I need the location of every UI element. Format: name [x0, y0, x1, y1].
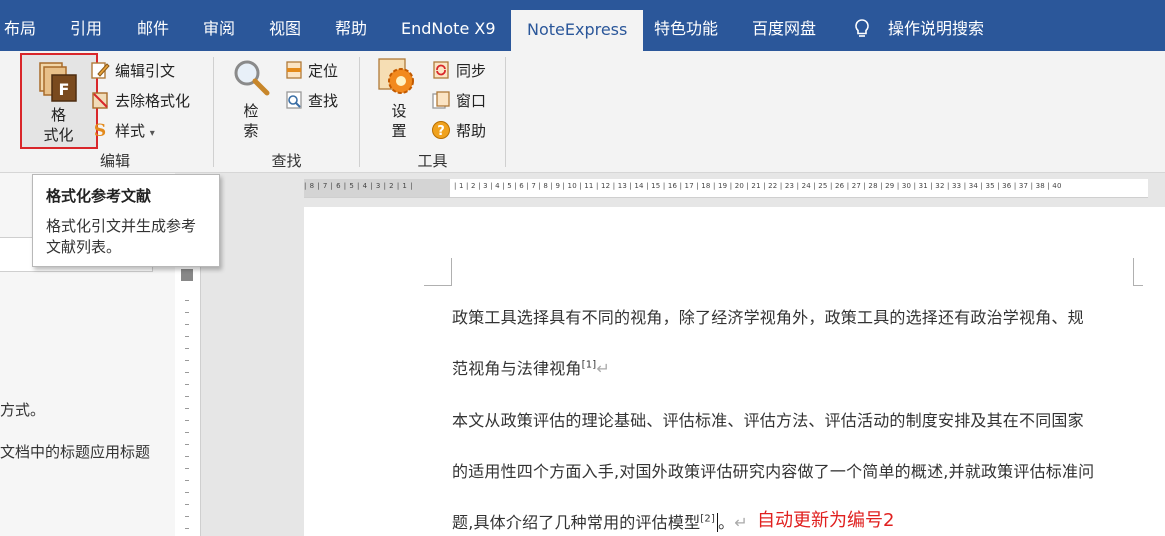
style-icon: S [94, 121, 106, 140]
remove-format-button[interactable]: 去除格式化 [115, 90, 190, 111]
paragraph-line: 题,具体介绍了几种常用的评估模型[2] 。↵ [452, 509, 748, 533]
window-button[interactable]: 窗口 [456, 90, 486, 111]
nav-text-line2: 文档中的标题应用标题 [0, 443, 151, 461]
settings-button[interactable]: 设 置 [384, 101, 414, 141]
locate-button[interactable]: 定位 [308, 60, 338, 81]
tab-help[interactable]: 帮助 [335, 0, 367, 51]
ruler-right-labels: | 1 | 2 | 3 | 4 | 5 | 6 | 7 | 8 | 9 | 10… [454, 182, 1062, 190]
format-label-line2: 式化 [43, 126, 74, 144]
sync-button[interactable]: 同步 [456, 60, 486, 81]
format-button[interactable]: F 格 式化 [20, 53, 98, 149]
locate-icon [286, 61, 302, 79]
edit-citation-icon [91, 62, 110, 79]
ribbon-panel: F 格 式化 编辑引文 去除格式化 S 样式 ▾ 编辑 检 索 定位 查找 查找… [0, 51, 1165, 173]
settings-gear-icon [378, 58, 414, 94]
tab-references[interactable]: 引用 [70, 0, 102, 51]
search-button[interactable]: 检 索 [236, 101, 266, 141]
window-icon [432, 91, 450, 109]
svg-text:F: F [59, 80, 70, 99]
tab-features[interactable]: 特色功能 [654, 0, 718, 51]
ribbon-tab-bar: 布局 引用 邮件 审阅 视图 帮助 EndNote X9 NoteExpress… [0, 0, 1165, 51]
search-icon [234, 60, 270, 96]
horizontal-ruler: | 8 | 7 | 6 | 5 | 4 | 3 | 2 | 1 | | 1 | … [304, 179, 1148, 198]
document-page[interactable] [304, 207, 1165, 536]
find-button[interactable]: 查找 [308, 90, 338, 111]
help-icon: ? [432, 121, 450, 139]
edit-citation-button[interactable]: 编辑引文 [115, 60, 175, 81]
ruler-left-labels: | 8 | 7 | 6 | 5 | 4 | 3 | 2 | 1 | [304, 182, 413, 190]
paragraph-text: 范视角与法律视角 [452, 359, 582, 378]
style-dropdown[interactable]: 样式 ▾ [115, 120, 155, 141]
paragraph-text: 。 [718, 513, 735, 532]
search-label-line2: 索 [243, 122, 259, 140]
settings-label-line2: 置 [391, 122, 407, 140]
tab-noteexpress[interactable]: NoteExpress [511, 10, 644, 51]
paragraph-line: 本文从政策评估的理论基础、评估标准、评估方法、评估活动的制度安排及其在不同国家 [452, 411, 1084, 430]
svg-text:?: ? [437, 124, 445, 139]
tools-group-label: 工具 [417, 152, 448, 170]
style-label: 样式 [115, 122, 146, 140]
tab-layout[interactable]: 布局 [4, 0, 36, 51]
margin-mark-left [424, 258, 452, 286]
format-label-line1: 格 [50, 106, 66, 124]
citation-1[interactable]: [1] [582, 360, 597, 371]
tab-review[interactable]: 审阅 [203, 0, 235, 51]
lightbulb-icon[interactable] [854, 18, 870, 40]
nav-text-line1: 方式。 [0, 401, 46, 419]
tab-mailings[interactable]: 邮件 [137, 0, 169, 51]
annotation-text: 自动更新为编号2 [757, 510, 895, 531]
svg-text:S: S [94, 121, 106, 140]
help-button[interactable]: 帮助 [456, 120, 486, 141]
format-tooltip: 格式化参考文献 格式化引文并生成参考 文献列表。 [32, 174, 220, 267]
vertical-ruler [175, 265, 201, 536]
citation-2[interactable]: [2] [700, 514, 715, 525]
tooltip-desc-line2: 文献列表。 [46, 238, 122, 256]
tab-view[interactable]: 视图 [269, 0, 301, 51]
paragraph-line: 政策工具选择具有不同的视角，除了经济学视角外，政策工具的选择还有政治学视角、规 [452, 308, 1084, 327]
remove-format-icon [92, 92, 108, 109]
tooltip-desc-line1: 格式化引文并生成参考 [46, 217, 197, 235]
tooltip-title: 格式化参考文献 [46, 187, 152, 205]
paragraph-line: 的适用性四个方面入手,对国外政策评估研究内容做了一个简单的概述,并就政策评估标准… [452, 462, 1095, 481]
paragraph-mark: ↵ [596, 359, 610, 378]
group-separator [505, 57, 506, 167]
paragraph-line: 范视角与法律视角[1]↵ [452, 355, 610, 379]
margin-mark-right [1133, 258, 1143, 286]
chevron-down-icon: ▾ [149, 128, 155, 139]
edit-group-label: 编辑 [99, 152, 130, 170]
tell-me-search[interactable]: 操作说明搜索 [888, 0, 984, 51]
tab-endnote[interactable]: EndNote X9 [401, 0, 496, 51]
format-icon: F [39, 62, 77, 102]
sync-icon [433, 61, 449, 79]
paragraph-text: 题,具体介绍了几种常用的评估模型 [452, 513, 701, 532]
find-icon [286, 91, 302, 109]
find-group-label: 查找 [271, 152, 302, 170]
tab-baidu-netdisk[interactable]: 百度网盘 [752, 0, 816, 51]
search-label-line1: 检 [243, 102, 259, 120]
paragraph-mark: ↵ [734, 513, 748, 532]
settings-label-line1: 设 [391, 102, 407, 120]
